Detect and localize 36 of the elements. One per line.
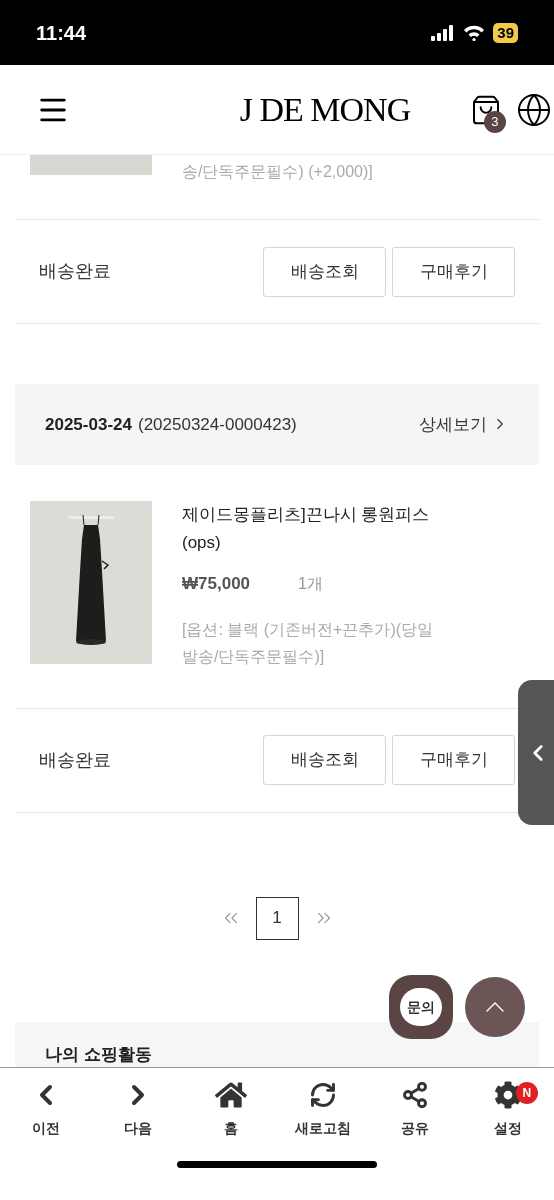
order-date: 2025-03-24 (45, 413, 132, 436)
bottom-nav-item[interactable]: 새로고침 (283, 1078, 364, 1139)
cart-count-badge: 3 (484, 110, 506, 133)
refresh-icon (309, 1081, 338, 1109)
order-action-button[interactable]: 구매후기 (392, 246, 515, 297)
order-detail-link[interactable]: 상세보기 (419, 411, 509, 438)
bottom-nav-item[interactable]: 다음 (98, 1078, 179, 1139)
page-number[interactable]: 1 (255, 896, 299, 940)
battery-indicator: 39 (493, 22, 518, 43)
product-price: ₩75,000 (182, 572, 251, 595)
section-title: 나의 쇼핑활동 (45, 1044, 152, 1064)
option-text: 송/단독주문필수) (+2,000)] (182, 162, 373, 182)
bottom-nav-item[interactable]: 홈 (190, 1078, 271, 1139)
settings-icon (493, 1081, 522, 1109)
order-number: (20250324-0000423) (137, 413, 297, 436)
new-badge: N (515, 1082, 538, 1104)
language-icon[interactable] (516, 91, 552, 128)
delivery-status: 배송완료 (39, 748, 111, 772)
bottom-nav-item[interactable]: 이전 (6, 1078, 87, 1139)
bottom-nav-item[interactable]: N 설정 (467, 1078, 548, 1139)
share-icon (401, 1081, 430, 1109)
product-name[interactable]: 제이드몽플리츠]끈나시 롱원피스 (ops) (182, 500, 442, 557)
product-quantity: 1개 (298, 573, 323, 594)
clock: 11:44 (36, 20, 87, 46)
brand-logo[interactable]: J DE MONG (239, 84, 411, 135)
side-panel-handle[interactable] (518, 680, 554, 825)
bottom-nav-item[interactable]: 공유 (375, 1078, 456, 1139)
order-action-button[interactable]: 배송조회 (263, 246, 386, 297)
delivery-status: 배송완료 (39, 260, 111, 283)
order-action-button[interactable]: 구매후기 (392, 735, 515, 786)
option-text: [옵션: 블랙 (기존버전+끈추가)(당일 발송/단독주문필수)] (182, 620, 435, 668)
signal-icon (431, 24, 456, 41)
wifi-icon (463, 24, 486, 41)
order-action-button[interactable]: 배송조회 (263, 735, 386, 786)
scroll-top-button[interactable] (465, 977, 525, 1037)
inquiry-button[interactable]: 문의 (389, 975, 453, 1039)
